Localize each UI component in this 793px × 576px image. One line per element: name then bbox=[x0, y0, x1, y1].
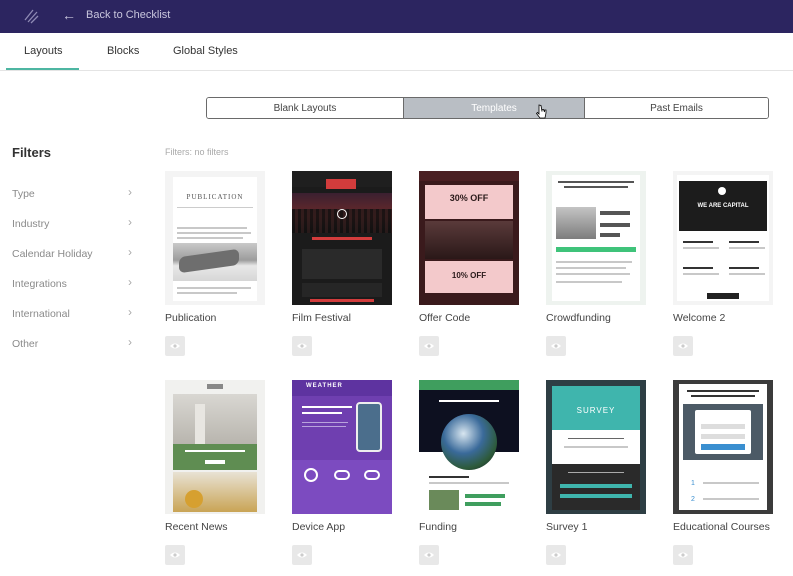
thumb-title: 30% OFF bbox=[449, 193, 489, 203]
thumb-title: PUBLICATION bbox=[186, 193, 244, 201]
active-tab-indicator bbox=[6, 68, 79, 70]
template-card-recent-news: Recent News bbox=[165, 380, 265, 565]
template-thumbnail[interactable] bbox=[292, 171, 392, 305]
template-card-educational-courses: 1 2 Educational Courses bbox=[673, 380, 773, 565]
template-thumbnail[interactable]: 1 2 bbox=[673, 380, 773, 514]
layout-source-toggle: Blank Layouts Templates Past Emails bbox=[206, 97, 769, 119]
filter-label: Calendar Holiday bbox=[12, 248, 93, 260]
template-name: Survey 1 bbox=[546, 521, 588, 533]
preview-button[interactable] bbox=[419, 545, 439, 565]
filter-label: Type bbox=[12, 188, 35, 200]
template-thumbnail[interactable] bbox=[419, 380, 519, 514]
active-filters-note: Filters: no filters bbox=[165, 147, 229, 157]
thumb-title: WEATHER bbox=[306, 383, 343, 389]
logo-icon[interactable] bbox=[22, 6, 42, 26]
filter-label: Other bbox=[12, 338, 39, 350]
preview-button[interactable] bbox=[546, 545, 566, 565]
tab-layouts[interactable]: Layouts bbox=[24, 45, 63, 57]
template-thumbnail[interactable]: PUBLICATION bbox=[165, 171, 265, 305]
back-to-checklist-link[interactable]: ← Back to Checklist bbox=[62, 8, 170, 22]
filter-international[interactable]: International › bbox=[12, 305, 132, 320]
tab-global-styles[interactable]: Global Styles bbox=[173, 45, 238, 57]
template-name: Educational Courses bbox=[673, 521, 770, 533]
template-name: Offer Code bbox=[419, 312, 471, 324]
preview-button[interactable] bbox=[165, 336, 185, 356]
filter-label: Integrations bbox=[12, 278, 67, 290]
chevron-right-icon: › bbox=[128, 335, 132, 349]
template-card-device-app: WEATHER Device App bbox=[292, 380, 392, 565]
filter-type[interactable]: Type › bbox=[12, 185, 132, 200]
top-bar: ← Back to Checklist bbox=[0, 0, 793, 33]
template-card-welcome-2: WE ARE CAPITAL Welcome 2 bbox=[673, 171, 773, 356]
template-name: Crowdfunding bbox=[546, 312, 611, 324]
preview-button[interactable] bbox=[546, 336, 566, 356]
thumb-title: SURVEY bbox=[576, 406, 616, 415]
arrow-left-icon: ← bbox=[62, 7, 76, 23]
template-name: Publication bbox=[165, 312, 217, 324]
eye-icon bbox=[551, 343, 561, 349]
back-label: Back to Checklist bbox=[86, 9, 171, 21]
filter-industry[interactable]: Industry › bbox=[12, 215, 132, 230]
template-name: Recent News bbox=[165, 521, 228, 533]
eye-icon bbox=[551, 552, 561, 558]
chevron-right-icon: › bbox=[128, 275, 132, 289]
template-thumbnail[interactable]: WE ARE CAPITAL bbox=[673, 171, 773, 305]
filter-other[interactable]: Other › bbox=[12, 335, 132, 350]
preview-button[interactable] bbox=[419, 336, 439, 356]
eye-icon bbox=[678, 343, 688, 349]
eye-icon bbox=[678, 552, 688, 558]
preview-button[interactable] bbox=[292, 545, 312, 565]
templates-button[interactable]: Templates bbox=[403, 98, 584, 118]
eye-icon bbox=[170, 343, 180, 349]
template-thumbnail[interactable]: 30% OFF 10% OFF bbox=[419, 171, 519, 305]
template-thumbnail[interactable]: SURVEY bbox=[546, 380, 646, 514]
template-name: Device App bbox=[292, 521, 346, 533]
template-card-publication: PUBLICATION Publication bbox=[165, 171, 265, 356]
eye-icon bbox=[297, 343, 307, 349]
chevron-right-icon: › bbox=[128, 245, 132, 259]
chevron-right-icon: › bbox=[128, 185, 132, 199]
chevron-right-icon: › bbox=[128, 215, 132, 229]
editor-tabs: Layouts Blocks Global Styles bbox=[0, 33, 793, 71]
tab-blocks[interactable]: Blocks bbox=[107, 45, 139, 57]
preview-button[interactable] bbox=[165, 545, 185, 565]
blank-layouts-button[interactable]: Blank Layouts bbox=[207, 98, 403, 118]
preview-button[interactable] bbox=[292, 336, 312, 356]
eye-icon bbox=[297, 552, 307, 558]
chevron-right-icon: › bbox=[128, 305, 132, 319]
template-card-offer-code: 30% OFF 10% OFF Offer Code bbox=[419, 171, 519, 356]
filter-integrations[interactable]: Integrations › bbox=[12, 275, 132, 290]
template-card-funding: Funding bbox=[419, 380, 519, 565]
mouse-cursor-icon bbox=[536, 104, 547, 119]
template-thumbnail[interactable]: WEATHER bbox=[292, 380, 392, 514]
past-emails-button[interactable]: Past Emails bbox=[584, 98, 768, 118]
template-card-film-festival: Film Festival bbox=[292, 171, 392, 356]
filter-label: Industry bbox=[12, 218, 50, 230]
filters-heading: Filters bbox=[12, 145, 52, 160]
thumb-subtitle: 10% OFF bbox=[451, 271, 487, 280]
template-thumbnail[interactable] bbox=[165, 380, 265, 514]
template-name: Film Festival bbox=[292, 312, 351, 324]
preview-button[interactable] bbox=[673, 336, 693, 356]
template-name: Funding bbox=[419, 521, 457, 533]
template-card-crowdfunding: Crowdfunding bbox=[546, 171, 646, 356]
preview-button[interactable] bbox=[673, 545, 693, 565]
eye-icon bbox=[170, 552, 180, 558]
template-card-survey-1: SURVEY Survey 1 bbox=[546, 380, 646, 565]
template-thumbnail[interactable] bbox=[546, 171, 646, 305]
filter-label: International bbox=[12, 308, 70, 320]
eye-icon bbox=[424, 552, 434, 558]
filter-calendar-holiday[interactable]: Calendar Holiday › bbox=[12, 245, 132, 260]
template-name: Welcome 2 bbox=[673, 312, 726, 324]
thumb-title: WE ARE CAPITAL bbox=[697, 203, 749, 209]
eye-icon bbox=[424, 343, 434, 349]
